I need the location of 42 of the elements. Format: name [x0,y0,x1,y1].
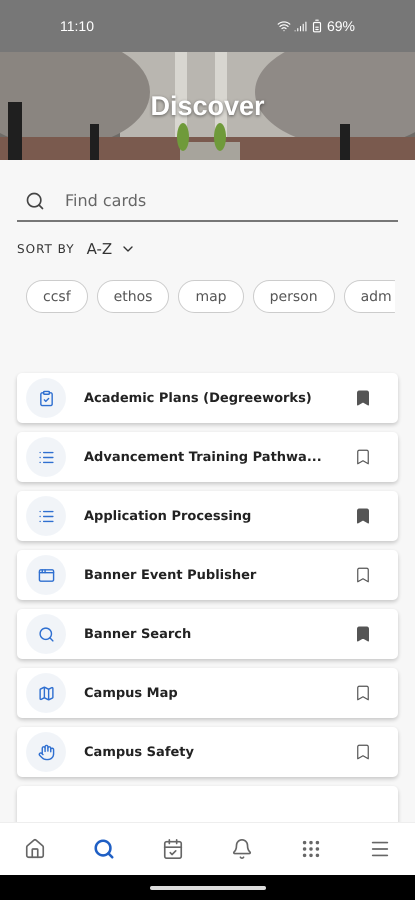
status-time: 11:10 [60,18,94,34]
map-icon [26,673,66,713]
bookmark-button[interactable] [354,389,372,407]
filter-chip[interactable]: adm [344,280,395,313]
card-title: Banner Event Publisher [84,568,258,582]
bookmark-button[interactable] [354,625,372,643]
wifi-icon [276,19,291,33]
filter-chip[interactable]: ccsf [26,280,88,313]
card-title: Application Processing [84,508,252,524]
bookmark-button[interactable] [354,448,372,466]
bookmark-button[interactable] [354,743,372,761]
bookmark-button[interactable] [354,507,372,525]
signal-icon [294,20,307,32]
bookmark-button[interactable] [354,684,372,702]
card-item[interactable]: Application Processing [17,491,398,541]
sort-label: SORT BY [17,242,75,256]
filter-chip[interactable]: person [252,280,335,313]
page-title: Discover [150,90,265,122]
list-icon [26,437,66,477]
card-item[interactable]: Banner Event Publisher [17,550,398,600]
card-item[interactable]: Campus Map [17,668,398,718]
battery-level: 69% [326,18,355,34]
card-title: Banner Search [84,626,192,642]
card-title: Advancement Training Pathwa... [84,450,323,464]
search-icon [25,190,45,210]
hand-icon [26,732,66,772]
list-icon [26,496,66,536]
card-title: Academic Plans (Degreeworks) [84,390,313,406]
card-item[interactable]: Advancement Training Pathwa... [17,432,398,482]
clipboard-icon [26,378,66,418]
search-field[interactable]: Find cards [63,190,390,211]
window-icon [26,555,66,595]
card-title: Campus Safety [84,744,195,760]
card-item[interactable]: Banner Search [17,609,398,659]
card-title: Campus Map [84,686,179,700]
sort-dropdown[interactable]: A-Z [86,240,136,258]
bookmark-button[interactable] [354,566,372,584]
filter-chip[interactable]: ethos [96,280,170,313]
card-item[interactable]: Academic Plans (Degreeworks) [17,373,398,423]
search-icon [26,614,66,654]
filter-chip[interactable]: map [178,280,244,313]
card-item[interactable]: Campus Safety [17,727,398,777]
